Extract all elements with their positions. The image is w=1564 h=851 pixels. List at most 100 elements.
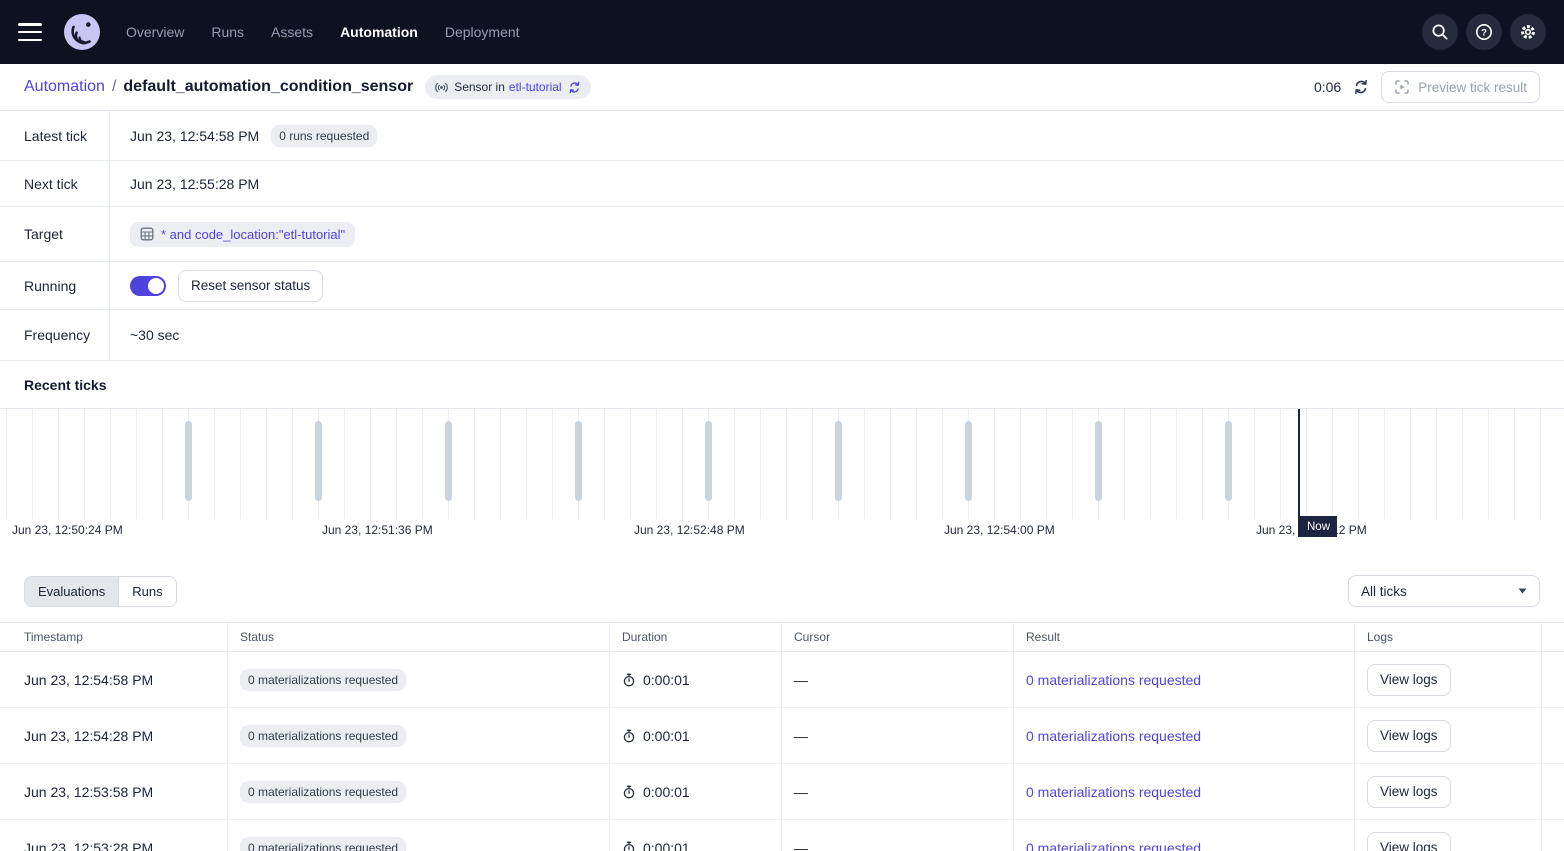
result-link[interactable]: 0 materializations requested bbox=[1026, 728, 1201, 744]
timeline-gridline bbox=[890, 409, 891, 519]
timeline-gridline bbox=[1462, 409, 1463, 519]
timeline-gridline bbox=[422, 409, 423, 519]
tick-bar[interactable] bbox=[705, 421, 712, 501]
result-link[interactable]: 0 materializations requested bbox=[1026, 672, 1201, 688]
evaluation-duration: 0:00:01 bbox=[622, 672, 690, 688]
evaluation-duration: 0:00:01 bbox=[622, 728, 690, 744]
running-toggle[interactable] bbox=[130, 276, 166, 296]
row-filler bbox=[1542, 820, 1564, 851]
timeline-gridline bbox=[136, 409, 137, 519]
page-header: Automation/default_automation_condition_… bbox=[0, 64, 1564, 111]
nav-item-deployment[interactable]: Deployment bbox=[445, 24, 520, 40]
view-logs-button[interactable]: View logs bbox=[1367, 832, 1451, 851]
nav-item-overview[interactable]: Overview bbox=[126, 24, 184, 40]
timeline-gridline bbox=[58, 409, 59, 519]
tick-bar[interactable] bbox=[315, 421, 322, 501]
stopwatch-icon bbox=[622, 729, 636, 743]
view-logs-button[interactable]: View logs bbox=[1367, 664, 1451, 696]
view-logs-button[interactable]: View logs bbox=[1367, 776, 1451, 808]
evaluation-duration: 0:00:01 bbox=[622, 840, 690, 851]
menu-icon[interactable] bbox=[18, 23, 42, 41]
timeline-gridline bbox=[110, 409, 111, 519]
result-link[interactable]: 0 materializations requested bbox=[1026, 784, 1201, 800]
target-selection-text: * and code_location:"etl-tutorial" bbox=[161, 227, 345, 242]
timeline-gridline bbox=[994, 409, 995, 519]
timeline-gridline bbox=[1306, 409, 1307, 519]
tick-bar[interactable] bbox=[575, 421, 582, 501]
tick-bar[interactable] bbox=[965, 421, 972, 501]
evaluation-cursor: — bbox=[794, 840, 808, 851]
timeline-axis-label: Jun 23, 12:52:48 PM bbox=[634, 521, 746, 539]
recent-ticks-heading: Recent ticks bbox=[0, 361, 1564, 408]
duration-value: 0:00:01 bbox=[643, 672, 690, 688]
search-icon[interactable] bbox=[1422, 14, 1458, 50]
asset-table-icon bbox=[140, 227, 154, 241]
settings-gear-icon[interactable] bbox=[1510, 14, 1546, 50]
refresh-icon[interactable] bbox=[1353, 79, 1369, 95]
tick-bar[interactable] bbox=[445, 421, 452, 501]
timeline-gridline bbox=[760, 409, 761, 519]
stopwatch-icon bbox=[622, 673, 636, 687]
nav-item-automation[interactable]: Automation bbox=[340, 24, 418, 40]
preview-button-label: Preview tick result bbox=[1418, 80, 1527, 95]
column-header-status: Status bbox=[228, 623, 610, 651]
target-label: Target bbox=[0, 207, 110, 261]
code-location-link[interactable]: etl-tutorial bbox=[509, 80, 562, 94]
nav-item-runs[interactable]: Runs bbox=[211, 24, 244, 40]
timeline-gridline bbox=[474, 409, 475, 519]
sensor-badge-label: Sensor in bbox=[454, 80, 505, 94]
sensor-location-badge: Sensor in etl-tutorial bbox=[425, 75, 590, 99]
now-badge: Now bbox=[1300, 516, 1337, 537]
tab-evaluations[interactable]: Evaluations bbox=[25, 577, 118, 606]
preview-tick-result-button[interactable]: Preview tick result bbox=[1381, 71, 1540, 103]
timeline-axis-label: Jun 23, 12:51:36 PM bbox=[322, 521, 434, 539]
tab-runs[interactable]: Runs bbox=[118, 577, 175, 606]
breadcrumb-separator: / bbox=[112, 78, 116, 95]
timeline-gridline bbox=[1280, 409, 1281, 519]
timeline-gridline bbox=[786, 409, 787, 519]
chevron-down-icon bbox=[1518, 588, 1527, 594]
timeline-axis-label: Jun 23, 12:50:24 PM bbox=[12, 521, 124, 539]
timeline-gridline bbox=[916, 409, 917, 519]
timeline-gridline bbox=[240, 409, 241, 519]
view-logs-button[interactable]: View logs bbox=[1367, 720, 1451, 752]
tick-bar[interactable] bbox=[185, 421, 192, 501]
running-label: Running bbox=[0, 262, 110, 309]
tick-filter-value: All ticks bbox=[1361, 584, 1407, 599]
result-link[interactable]: 0 materializations requested bbox=[1026, 840, 1201, 851]
tick-filter-dropdown[interactable]: All ticks bbox=[1348, 575, 1540, 607]
timeline-gridline bbox=[370, 409, 371, 519]
breadcrumb-automation-link[interactable]: Automation bbox=[24, 78, 105, 95]
help-icon[interactable]: ? bbox=[1466, 14, 1502, 50]
evaluation-cursor: — bbox=[794, 784, 808, 800]
top-nav: Overview Runs Assets Automation Deployment ? bbox=[0, 0, 1564, 64]
target-selection-chip[interactable]: * and code_location:"etl-tutorial" bbox=[130, 222, 355, 247]
tick-bar[interactable] bbox=[1095, 421, 1102, 501]
evaluation-timestamp: Jun 23, 12:53:58 PM bbox=[24, 784, 153, 800]
tabs-row: Evaluations Runs All ticks bbox=[0, 560, 1564, 622]
dagster-logo-icon[interactable] bbox=[64, 14, 100, 50]
evaluation-duration: 0:00:01 bbox=[622, 784, 690, 800]
timeline-gridline bbox=[630, 409, 631, 519]
sensor-details: Latest tick Jun 23, 12:54:58 PM 0 runs r… bbox=[0, 111, 1564, 361]
duration-value: 0:00:01 bbox=[643, 840, 690, 851]
timeline-gridline bbox=[942, 409, 943, 519]
timeline-gridline bbox=[266, 409, 267, 519]
timeline-gridline bbox=[552, 409, 553, 519]
timeline-gridline bbox=[682, 409, 683, 519]
tick-bar[interactable] bbox=[835, 421, 842, 501]
evaluation-row: Jun 23, 12:53:58 PM 0 materializations re… bbox=[0, 764, 1564, 820]
evaluation-status-badge: 0 materializations requested bbox=[240, 781, 406, 803]
latest-tick-label: Latest tick bbox=[0, 111, 110, 160]
nav-links: Overview Runs Assets Automation Deployment bbox=[126, 24, 520, 40]
evaluation-timestamp: Jun 23, 12:54:58 PM bbox=[24, 672, 153, 688]
refresh-countdown: 0:06 bbox=[1314, 79, 1341, 95]
column-header-duration: Duration bbox=[610, 623, 782, 651]
nav-item-assets[interactable]: Assets bbox=[271, 24, 313, 40]
timeline-gridline bbox=[1436, 409, 1437, 519]
tick-bar[interactable] bbox=[1225, 421, 1232, 501]
badge-refresh-icon[interactable] bbox=[568, 81, 581, 94]
timeline-gridline bbox=[1410, 409, 1411, 519]
timeline-gridline bbox=[1150, 409, 1151, 519]
reset-sensor-status-button[interactable]: Reset sensor status bbox=[178, 270, 323, 302]
